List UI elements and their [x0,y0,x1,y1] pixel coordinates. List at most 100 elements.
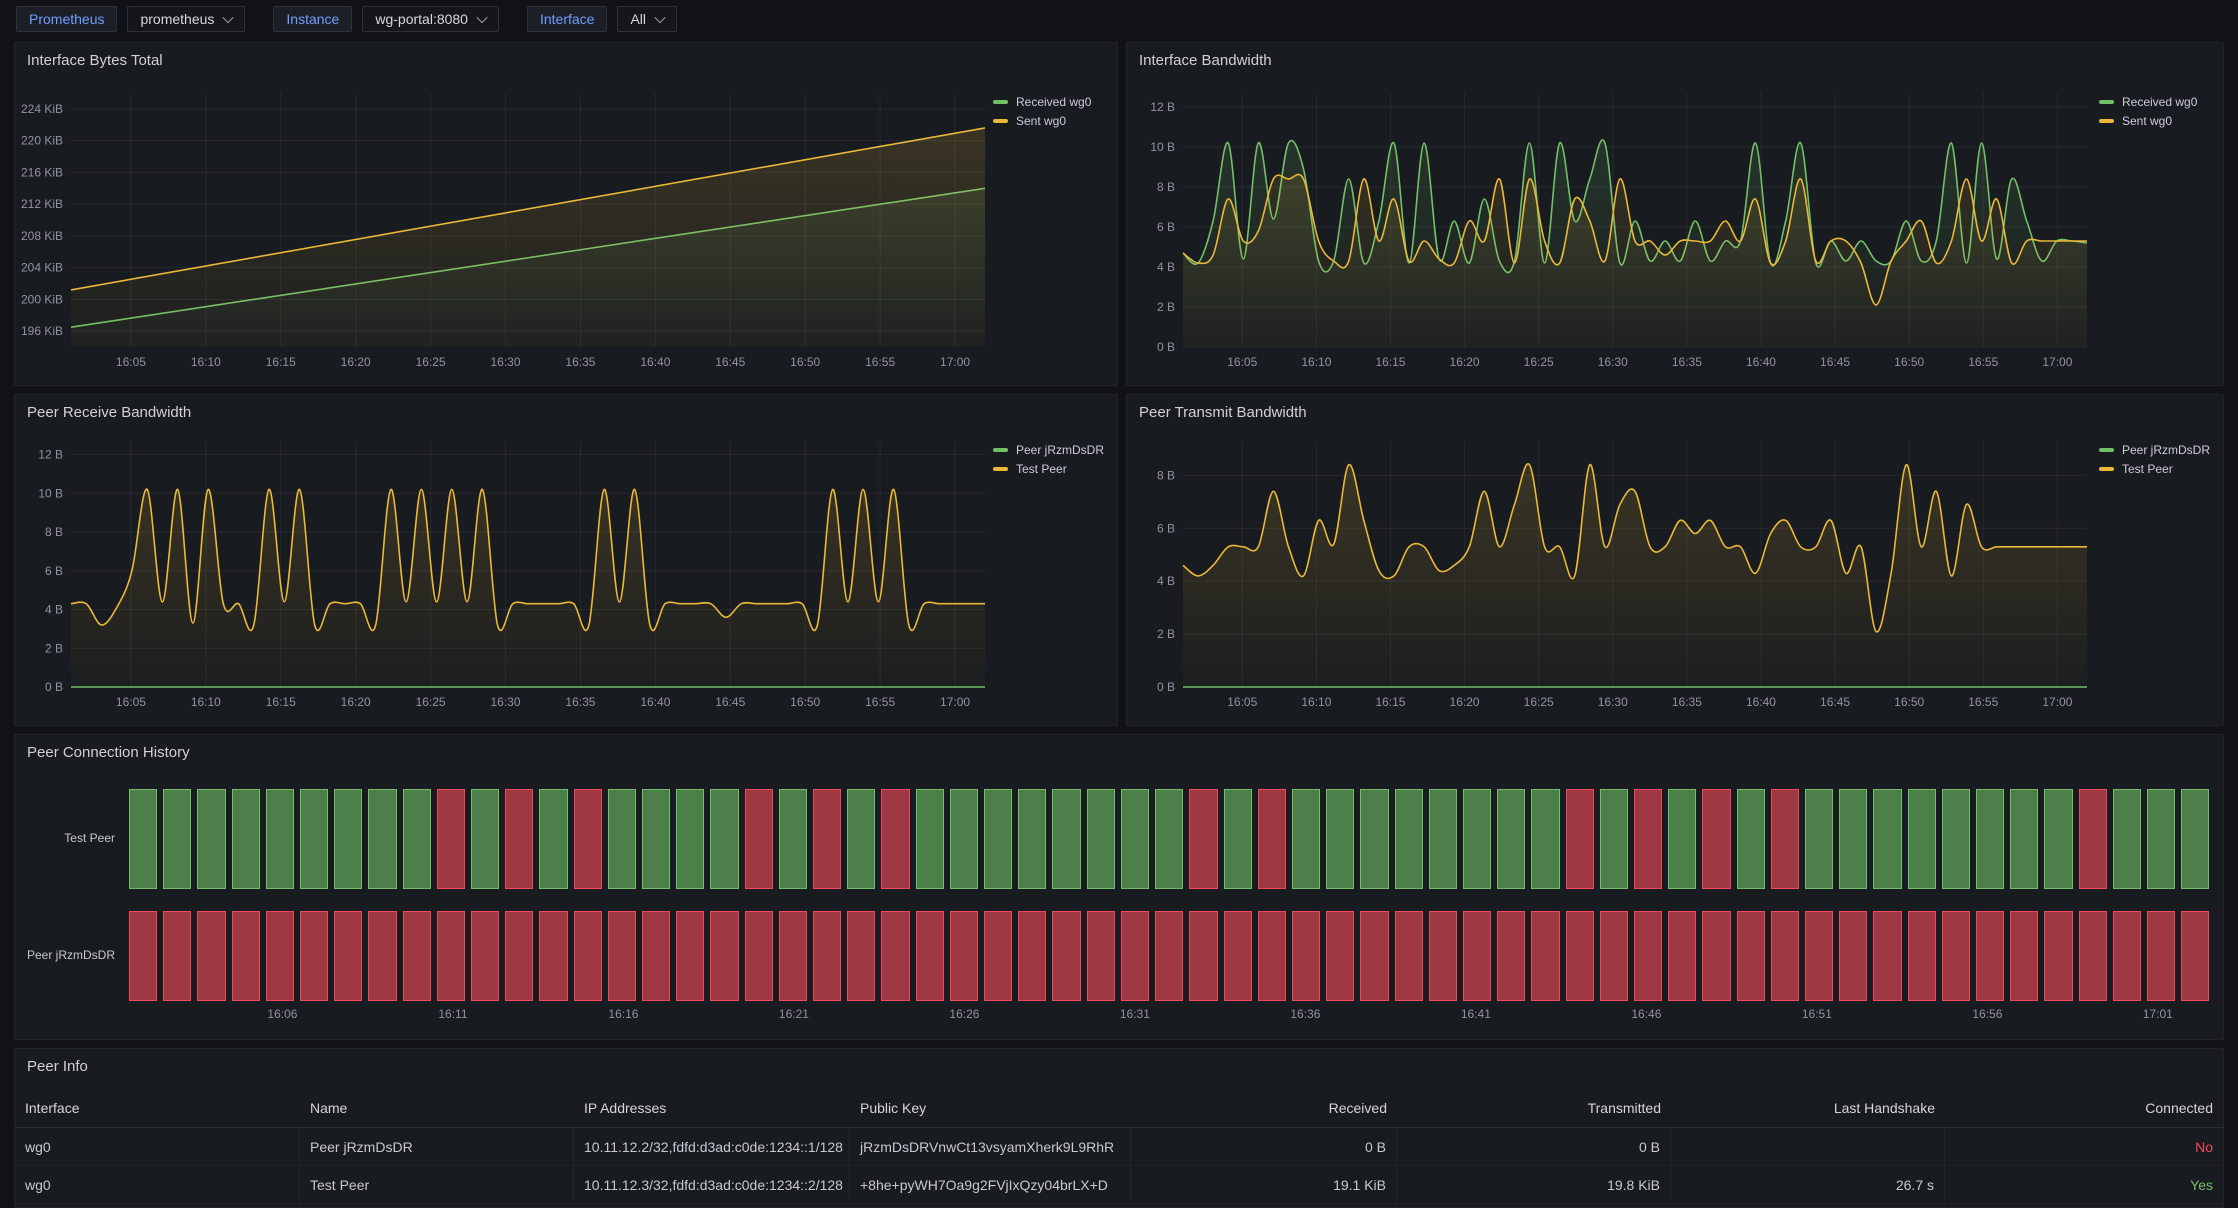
status-cell-disconnected[interactable] [1018,911,1046,1001]
status-cell-disconnected[interactable] [1908,911,1936,1001]
status-cell-connected[interactable] [1908,789,1936,889]
status-cell-disconnected[interactable] [1566,911,1594,1001]
column-header[interactable]: Last Handshake [1671,1089,1945,1127]
legend-item[interactable]: Peer jRzmDsDR [2099,443,2217,457]
status-cell-disconnected[interactable] [1531,911,1559,1001]
status-cell-connected[interactable] [1087,789,1115,889]
column-header[interactable]: Connected [1945,1089,2223,1127]
status-cell-disconnected[interactable] [539,911,567,1001]
status-cell-connected[interactable] [984,789,1012,889]
legend-item[interactable]: Sent wg0 [2099,114,2217,128]
status-cell-disconnected[interactable] [1189,911,1217,1001]
status-cell-disconnected[interactable] [642,911,670,1001]
status-cell-disconnected[interactable] [403,911,431,1001]
status-cell-disconnected[interactable] [1087,911,1115,1001]
status-cell-connected[interactable] [1942,789,1970,889]
legend-item[interactable]: Test Peer [2099,462,2217,476]
status-cell-connected[interactable] [2181,789,2209,889]
status-cell-connected[interactable] [300,789,328,889]
status-cell-disconnected[interactable] [1634,789,1662,889]
status-cell-connected[interactable] [539,789,567,889]
status-cell-disconnected[interactable] [1839,911,1867,1001]
status-cell-disconnected[interactable] [1326,911,1354,1001]
column-header[interactable]: Public Key [850,1089,1131,1127]
status-cell-connected[interactable] [471,789,499,889]
status-cell-disconnected[interactable] [1121,911,1149,1001]
status-cell-connected[interactable] [1360,789,1388,889]
status-cell-disconnected[interactable] [163,911,191,1001]
status-cell-disconnected[interactable] [813,911,841,1001]
status-cell-disconnected[interactable] [950,911,978,1001]
status-cell-disconnected[interactable] [1463,911,1491,1001]
status-cell-disconnected[interactable] [2147,911,2175,1001]
status-cell-disconnected[interactable] [334,911,362,1001]
status-cell-connected[interactable] [608,789,636,889]
status-cell-connected[interactable] [676,789,704,889]
status-cell-connected[interactable] [129,789,157,889]
status-cell-disconnected[interactable] [266,911,294,1001]
status-cell-disconnected[interactable] [1566,789,1594,889]
status-cell-disconnected[interactable] [368,911,396,1001]
status-cell-connected[interactable] [1839,789,1867,889]
status-cell-connected[interactable] [1155,789,1183,889]
status-cell-connected[interactable] [950,789,978,889]
status-cell-disconnected[interactable] [574,911,602,1001]
status-cell-connected[interactable] [368,789,396,889]
status-cell-disconnected[interactable] [1600,911,1628,1001]
status-cell-disconnected[interactable] [916,911,944,1001]
status-cell-disconnected[interactable] [1258,911,1286,1001]
status-cell-connected[interactable] [403,789,431,889]
status-cell-connected[interactable] [1052,789,1080,889]
status-cell-connected[interactable] [1395,789,1423,889]
column-header[interactable]: Name [300,1089,574,1127]
status-cell-disconnected[interactable] [232,911,260,1001]
status-cell-disconnected[interactable] [881,789,909,889]
status-cell-disconnected[interactable] [1873,911,1901,1001]
status-cell-connected[interactable] [334,789,362,889]
status-cell-connected[interactable] [710,789,738,889]
status-cell-connected[interactable] [197,789,225,889]
column-header[interactable]: IP Addresses [574,1089,850,1127]
status-cell-connected[interactable] [1429,789,1457,889]
status-cell-disconnected[interactable] [1668,911,1696,1001]
status-cell-disconnected[interactable] [881,911,909,1001]
status-cell-disconnected[interactable] [1702,911,1730,1001]
status-cell-disconnected[interactable] [197,911,225,1001]
status-cell-disconnected[interactable] [779,911,807,1001]
status-cell-disconnected[interactable] [2010,911,2038,1001]
status-cell-connected[interactable] [1463,789,1491,889]
status-cell-connected[interactable] [779,789,807,889]
status-cell-connected[interactable] [1121,789,1149,889]
status-cell-disconnected[interactable] [1224,911,1252,1001]
column-header[interactable]: Received [1131,1089,1397,1127]
status-cell-connected[interactable] [1668,789,1696,889]
status-cell-disconnected[interactable] [300,911,328,1001]
status-cell-connected[interactable] [163,789,191,889]
status-cell-disconnected[interactable] [437,911,465,1001]
status-cell-connected[interactable] [2044,789,2072,889]
status-cell-disconnected[interactable] [710,911,738,1001]
status-cell-disconnected[interactable] [1155,911,1183,1001]
panel-title[interactable]: Peer Info [27,1058,88,1075]
status-cell-disconnected[interactable] [984,911,1012,1001]
status-cell-disconnected[interactable] [1360,911,1388,1001]
status-cell-disconnected[interactable] [2044,911,2072,1001]
status-cell-disconnected[interactable] [1805,911,1833,1001]
legend-item[interactable]: Received wg0 [993,95,1111,109]
panel-title[interactable]: Peer Connection History [27,744,190,761]
status-cell-disconnected[interactable] [2079,789,2107,889]
status-cell-connected[interactable] [2147,789,2175,889]
status-cell-connected[interactable] [2010,789,2038,889]
status-cell-disconnected[interactable] [437,789,465,889]
status-cell-disconnected[interactable] [1771,911,1799,1001]
status-cell-connected[interactable] [1600,789,1628,889]
status-cell-disconnected[interactable] [1771,789,1799,889]
status-cell-connected[interactable] [1224,789,1252,889]
status-cell-connected[interactable] [1737,789,1765,889]
status-cell-disconnected[interactable] [1429,911,1457,1001]
column-header[interactable]: Transmitted [1397,1089,1671,1127]
status-cell-disconnected[interactable] [847,911,875,1001]
status-cell-connected[interactable] [232,789,260,889]
var-select-interface[interactable]: All [617,6,677,32]
status-cell-disconnected[interactable] [471,911,499,1001]
